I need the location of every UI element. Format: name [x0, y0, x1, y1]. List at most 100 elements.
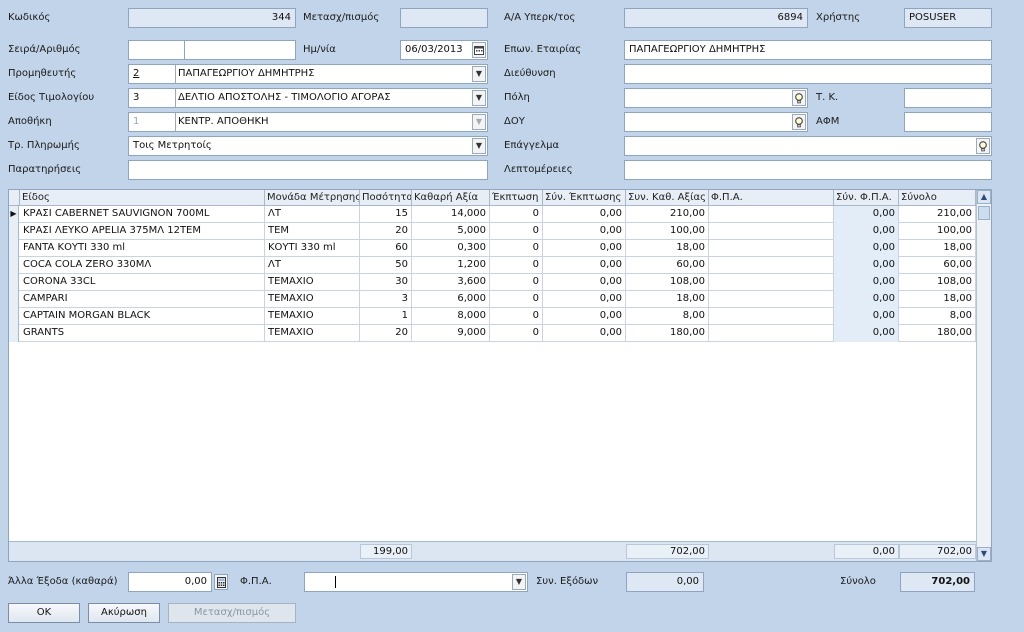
- cell-item[interactable]: ΚΡΑΣΙ CABERNET SAUVIGNON 700ML: [20, 206, 265, 223]
- row-indicator[interactable]: [9, 325, 19, 342]
- cell-total-net[interactable]: 180,00: [626, 325, 709, 342]
- calculator-icon[interactable]: [214, 574, 228, 590]
- cell-total-discount[interactable]: 0,00: [543, 291, 626, 308]
- cell-unit[interactable]: ΚΟΥΤΙ 330 ml: [265, 240, 360, 257]
- cell-total-vat[interactable]: 0,00: [834, 308, 899, 325]
- table-row[interactable]: COCA COLA ZERO 330ΜΛ ΛΤ 50 1,200 0 0,00 60,00 0…: [9, 257, 976, 274]
- table-row[interactable]: CORONA 33CL ΤΕΜΑΧΙΟ 30 3,600 0 0,00 108,00 0,00…: [9, 274, 976, 291]
- scroll-up-icon[interactable]: ▲: [977, 190, 991, 204]
- chevron-down-icon[interactable]: ▼: [472, 138, 486, 154]
- row-indicator[interactable]: [9, 308, 19, 325]
- bulb-icon[interactable]: [792, 114, 806, 130]
- cell-unit[interactable]: ΤΕΜ: [265, 223, 360, 240]
- cell-total-net[interactable]: 108,00: [626, 274, 709, 291]
- cell-quantity[interactable]: 3: [360, 291, 412, 308]
- cell-quantity[interactable]: 20: [360, 223, 412, 240]
- table-row[interactable]: FANTA ΚΟΥΤΙ 330 ml ΚΟΥΤΙ 330 ml 60 0,300 0 0,…: [9, 240, 976, 257]
- chevron-down-icon[interactable]: ▼: [472, 66, 486, 82]
- cell-net-value[interactable]: 3,600: [412, 274, 490, 291]
- cell-unit[interactable]: ΤΕΜΑΧΙΟ: [265, 274, 360, 291]
- cell-unit[interactable]: ΛΤ: [265, 257, 360, 274]
- cell-total-vat[interactable]: 0,00: [834, 257, 899, 274]
- cell-total-discount[interactable]: 0,00: [543, 206, 626, 223]
- profession-field[interactable]: [624, 136, 992, 156]
- cell-total-discount[interactable]: 0,00: [543, 257, 626, 274]
- cell-vat[interactable]: [709, 223, 834, 240]
- cell-unit[interactable]: ΤΕΜΑΧΙΟ: [265, 291, 360, 308]
- cell-total[interactable]: 100,00: [899, 223, 976, 240]
- scroll-thumb[interactable]: [978, 206, 990, 220]
- cell-total-discount[interactable]: 0,00: [543, 223, 626, 240]
- col-header-total-discount[interactable]: Σύν. Έκπτωσης: [543, 190, 626, 206]
- table-row[interactable]: ΚΡΑΣΙ ΛΕΥΚΟ APELIA 375ΜΛ 12ΤΕΜ ΤΕΜ 20 5,000…: [9, 223, 976, 240]
- cell-total-discount[interactable]: 0,00: [543, 274, 626, 291]
- cell-total[interactable]: 60,00: [899, 257, 976, 274]
- aa-field[interactable]: 6894: [624, 8, 808, 28]
- cell-total-vat[interactable]: 0,00: [834, 274, 899, 291]
- row-indicator[interactable]: [9, 257, 19, 274]
- cell-quantity[interactable]: 30: [360, 274, 412, 291]
- payment-combo[interactable]: Τοις Μετρητοίς ▼: [128, 136, 488, 156]
- cell-net-value[interactable]: 9,000: [412, 325, 490, 342]
- cell-item[interactable]: CAMPARI: [20, 291, 265, 308]
- cell-vat[interactable]: [709, 206, 834, 223]
- cell-net-value[interactable]: 5,000: [412, 223, 490, 240]
- ok-button[interactable]: OK: [8, 603, 80, 623]
- cell-total-discount[interactable]: 0,00: [543, 240, 626, 257]
- details-field[interactable]: [624, 160, 992, 180]
- series-field[interactable]: [128, 40, 186, 60]
- cell-vat[interactable]: [709, 325, 834, 342]
- bulb-icon[interactable]: [792, 90, 806, 106]
- cell-total[interactable]: 210,00: [899, 206, 976, 223]
- other-expenses-field[interactable]: 0,00: [128, 572, 212, 592]
- col-header-net-value[interactable]: Καθαρή Αξία: [412, 190, 490, 206]
- cell-discount[interactable]: 0: [490, 223, 543, 240]
- table-row[interactable]: CAPTAIN MORGAN BLACK ΤΕΜΑΧΙΟ 1 8,000 0 0,00 8,…: [9, 308, 976, 325]
- row-indicator[interactable]: [9, 240, 19, 257]
- cell-quantity[interactable]: 15: [360, 206, 412, 223]
- afm-field[interactable]: [904, 112, 992, 132]
- col-header-discount[interactable]: Έκπτωση: [490, 190, 543, 206]
- cell-total-discount[interactable]: 0,00: [543, 325, 626, 342]
- cell-item[interactable]: GRANTS: [20, 325, 265, 342]
- cell-total-vat[interactable]: 0,00: [834, 206, 899, 223]
- cell-discount[interactable]: 0: [490, 274, 543, 291]
- cell-total[interactable]: 18,00: [899, 291, 976, 308]
- cell-total-net[interactable]: 18,00: [626, 291, 709, 308]
- code-field[interactable]: 344: [128, 8, 296, 28]
- cell-discount[interactable]: 0: [490, 257, 543, 274]
- col-header-total-net[interactable]: Συν. Καθ. Αξίας: [626, 190, 709, 206]
- warehouse-combo[interactable]: 1 ΚΕΝΤΡ. ΑΠΟΘΗΚΗ ▼: [128, 112, 488, 132]
- col-header-vat[interactable]: Φ.Π.Α.: [709, 190, 834, 206]
- cell-total-discount[interactable]: 0,00: [543, 308, 626, 325]
- cell-vat[interactable]: [709, 308, 834, 325]
- cell-vat[interactable]: [709, 257, 834, 274]
- cell-total-vat[interactable]: 0,00: [834, 223, 899, 240]
- row-pointer-icon[interactable]: ▶: [9, 206, 19, 223]
- cell-discount[interactable]: 0: [490, 206, 543, 223]
- notes-field[interactable]: [128, 160, 488, 180]
- row-indicator[interactable]: [9, 223, 19, 240]
- cell-quantity[interactable]: 50: [360, 257, 412, 274]
- row-indicator[interactable]: [9, 291, 19, 308]
- cell-total-net[interactable]: 60,00: [626, 257, 709, 274]
- cell-total-net[interactable]: 210,00: [626, 206, 709, 223]
- grid-scrollbar[interactable]: ▲ ▼: [976, 190, 991, 561]
- cell-unit[interactable]: ΛΤ: [265, 206, 360, 223]
- cell-item[interactable]: ΚΡΑΣΙ ΛΕΥΚΟ APELIA 375ΜΛ 12ΤΕΜ: [20, 223, 265, 240]
- chevron-down-icon[interactable]: ▼: [472, 90, 486, 106]
- cell-item[interactable]: CAPTAIN MORGAN BLACK: [20, 308, 265, 325]
- col-header-quantity[interactable]: Ποσότητα: [360, 190, 412, 206]
- vat-combo[interactable]: ▼: [304, 572, 528, 592]
- company-field[interactable]: ΠΑΠΑΓΕΩΡΓΙΟΥ ΔΗΜΗΤΡΗΣ: [624, 40, 992, 60]
- invoice-type-combo[interactable]: 3 ΔΕΛΤΙΟ ΑΠΟΣΤΟΛΗΣ - ΤΙΜΟΛΟΓΙΟ ΑΓΟΡΑΣ ▼: [128, 88, 488, 108]
- cell-total-net[interactable]: 18,00: [626, 240, 709, 257]
- supplier-combo[interactable]: 2 ΠΑΠΑΓΕΩΡΓΙΟΥ ΔΗΜΗΤΡΗΣ ▼: [128, 64, 488, 84]
- cell-item[interactable]: COCA COLA ZERO 330ΜΛ: [20, 257, 265, 274]
- date-field[interactable]: 06/03/2013: [400, 40, 488, 60]
- cell-total[interactable]: 8,00: [899, 308, 976, 325]
- table-row[interactable]: GRANTS ΤΕΜΑΧΙΟ 20 9,000 0 0,00 180,00 0,00 180,0…: [9, 325, 976, 342]
- cell-unit[interactable]: ΤΕΜΑΧΙΟ: [265, 325, 360, 342]
- cell-total-vat[interactable]: 0,00: [834, 291, 899, 308]
- col-header-total[interactable]: Σύνολο: [899, 190, 976, 206]
